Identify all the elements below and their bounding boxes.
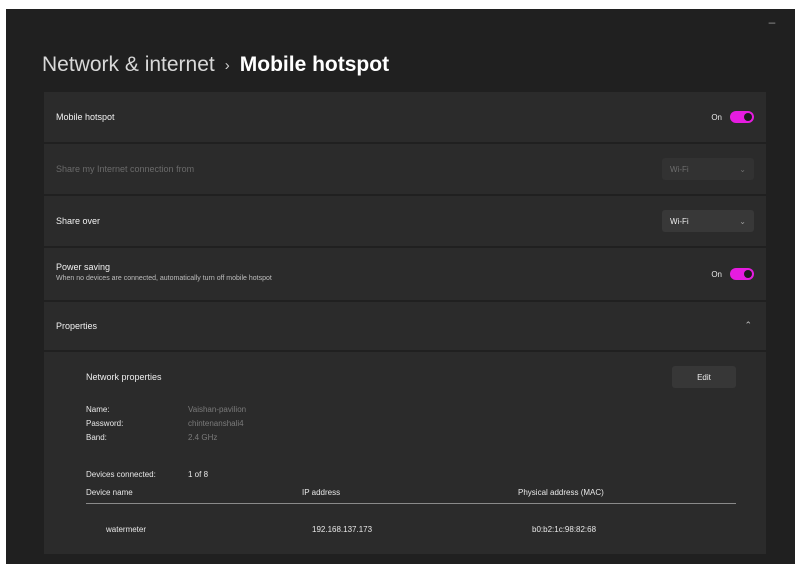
breadcrumb-network-internet[interactable]: Network & internet (42, 53, 215, 77)
share-over-value: Wi-Fi (670, 216, 689, 226)
column-mac-address: Physical address (MAC) (518, 488, 604, 497)
password-value: chintenanshali4 (188, 419, 244, 428)
mobile-hotspot-label: Mobile hotspot (56, 112, 115, 122)
network-properties-title: Network properties (86, 372, 162, 382)
share-over-dropdown[interactable]: Wi-Fi ⌄ (662, 210, 754, 232)
band-label: Band: (86, 433, 107, 442)
password-label: Password: (86, 419, 124, 428)
power-saving-state: On (711, 269, 722, 279)
share-from-row: Share my Internet connection from Wi-Fi … (44, 144, 766, 194)
column-ip-address: IP address (302, 488, 341, 497)
name-value: Vaishan-pavilion (188, 405, 247, 414)
properties-panel: Network properties Edit Name: Vaishan-pa… (44, 352, 766, 554)
band-value: 2.4 GHz (188, 433, 218, 442)
power-saving-label: Power saving (56, 262, 111, 272)
chevron-up-icon[interactable]: ⌃ (744, 320, 752, 331)
power-saving-toggle[interactable] (730, 268, 754, 280)
share-from-label: Share my Internet connection from (56, 164, 195, 174)
devices-connected-label: Devices connected: (86, 470, 156, 479)
share-from-value: Wi-Fi (670, 164, 689, 174)
name-label: Name: (86, 405, 110, 414)
properties-label: Properties (56, 321, 98, 331)
device-name-cell: watermeter (106, 525, 147, 534)
breadcrumb: Network & internet › Mobile hotspot (42, 53, 389, 77)
column-device-name: Device name (86, 488, 133, 497)
properties-header[interactable]: Properties ⌃ (44, 302, 766, 350)
chevron-down-icon: ⌄ (739, 164, 746, 174)
devices-connected-count: 1 of 8 (188, 470, 209, 479)
ip-address-cell: 192.168.137.173 (312, 525, 373, 534)
minimize-icon[interactable]: – (767, 16, 777, 28)
table-divider (86, 503, 736, 504)
chevron-down-icon: ⌄ (739, 216, 746, 226)
share-over-row: Share over Wi-Fi ⌄ (44, 196, 766, 246)
mobile-hotspot-row: Mobile hotspot On (44, 92, 766, 142)
edit-button-label: Edit (697, 372, 711, 382)
power-saving-row: Power saving When no devices are connect… (44, 248, 766, 300)
page-title: Mobile hotspot (239, 53, 390, 76)
mobile-hotspot-toggle[interactable] (730, 111, 754, 123)
settings-window: – Network & internet › Mobile hotspot Mo… (6, 9, 795, 564)
power-saving-toggle-group: On (711, 268, 754, 280)
power-saving-description: When no devices are connected, automatic… (56, 275, 272, 282)
share-from-dropdown[interactable]: Wi-Fi ⌄ (662, 158, 754, 180)
mobile-hotspot-toggle-group: On (711, 111, 754, 123)
mac-address-cell: b0:b2:1c:98:82:68 (532, 525, 597, 534)
edit-button[interactable]: Edit (672, 366, 736, 388)
toggle-knob (744, 113, 752, 121)
mobile-hotspot-state: On (711, 112, 722, 122)
toggle-knob (744, 270, 752, 278)
breadcrumb-separator-icon: › (224, 56, 230, 74)
share-over-label: Share over (56, 216, 101, 226)
